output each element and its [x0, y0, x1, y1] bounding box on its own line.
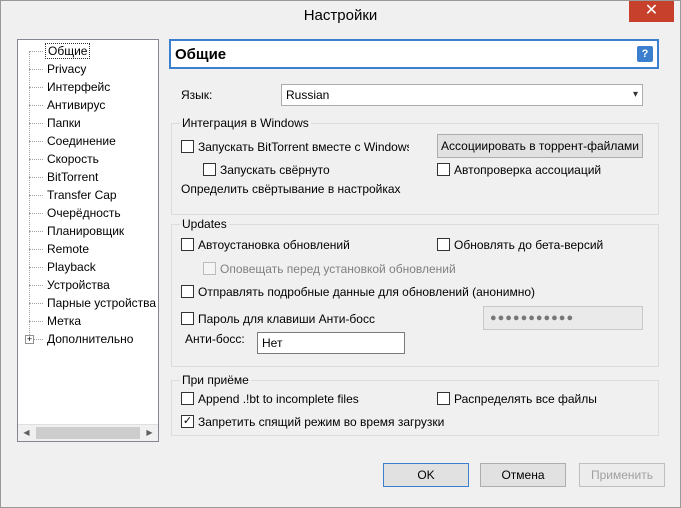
chevron-down-icon: ▾: [632, 89, 638, 100]
language-label: Язык:: [181, 88, 213, 102]
checkbox-label: Автоустановка обновлений: [198, 238, 350, 252]
checkbox-label: Запускать BitTorrent вместе с Windows: [198, 140, 409, 154]
checkbox-box: [437, 163, 450, 177]
checkbox-box: [181, 285, 194, 299]
ok-button[interactable]: OK: [383, 463, 469, 487]
append-bt-checkbox[interactable]: Append .!bt to incomplete files: [181, 391, 359, 407]
help-icon[interactable]: ?: [637, 46, 653, 62]
panel-header: Общие ?: [169, 39, 659, 69]
tree-item-transfer-cap[interactable]: Transfer Cap: [29, 186, 119, 204]
checkbox-label: Оповещать перед установкой обновлений: [220, 262, 456, 276]
checkbox-label: Автопроверка ассоциаций: [454, 163, 602, 177]
boss-password-field[interactable]: ●●●●●●●●●●●: [483, 306, 643, 330]
prevent-sleep-checkbox[interactable]: Запретить спящий режим во время загрузки: [181, 414, 444, 430]
checkbox-label: Распределять все файлы: [454, 392, 597, 406]
tree-item-label: Общие: [45, 43, 91, 59]
title-bar: Настройки ✕: [1, 1, 680, 31]
checkbox-box: [181, 238, 194, 252]
tree-item-label-settings[interactable]: Метка: [29, 312, 83, 330]
checkbox-label: Обновлять до бета-версий: [454, 238, 604, 252]
start-with-windows-checkbox[interactable]: Запускать BitTorrent вместе с Windows: [181, 139, 409, 155]
checkbox-label: Запускать свёрнуто: [220, 163, 330, 177]
scroll-left-icon[interactable]: ◀: [18, 425, 35, 441]
panel-title: Общие: [175, 46, 227, 63]
tree-item-label: Соединение: [47, 134, 116, 148]
tree-item-folders[interactable]: Папки: [29, 114, 83, 132]
tree-item-label: Папки: [47, 116, 81, 130]
checkbox-box: [437, 238, 450, 252]
tree-item-label: Антивирус: [47, 98, 106, 112]
tree-item-queueing[interactable]: Очерёдность: [29, 204, 123, 222]
checkmark-icon: [181, 415, 194, 429]
tree-item-privacy[interactable]: Privacy: [29, 60, 88, 78]
tree-item-advanced[interactable]: Дополнительно: [29, 330, 135, 348]
tree-item-devices[interactable]: Устройства: [29, 276, 112, 294]
checkbox-box: [203, 163, 216, 177]
language-select[interactable]: Russian ▾: [281, 84, 643, 106]
tree-item-remote[interactable]: Remote: [29, 240, 91, 258]
settings-window: Настройки ✕ Общие Privacy Интерфейс Анти…: [0, 0, 681, 508]
checkbox-label: Append .!bt to incomplete files: [198, 392, 359, 406]
scroll-right-icon[interactable]: ▶: [141, 425, 158, 441]
tree-item-label: Устройства: [47, 278, 110, 292]
update-beta-checkbox[interactable]: Обновлять до бета-версий: [437, 237, 603, 253]
expand-plus-icon[interactable]: +: [25, 335, 34, 344]
checkbox-box: [203, 262, 216, 276]
window-title: Настройки: [303, 7, 378, 24]
tree-item-interface[interactable]: Интерфейс: [29, 78, 112, 96]
tree-item-playback[interactable]: Playback: [29, 258, 98, 276]
checkbox-label: Отправлять подробные данные для обновлен…: [198, 285, 535, 299]
tree-item-paired-devices[interactable]: Парные устройства: [29, 294, 158, 312]
associate-torrent-button[interactable]: Ассоциировать в торрент-файлами: [437, 134, 643, 158]
tree-item-label: Дополнительно: [47, 332, 134, 346]
tree-item-bittorrent[interactable]: BitTorrent: [29, 168, 100, 186]
close-button[interactable]: ✕: [629, 1, 674, 22]
tree-item-scheduler[interactable]: Планировщик: [29, 222, 126, 240]
checkbox-box: [181, 312, 194, 326]
boss-password-checkbox[interactable]: Пароль для клавиши Анти-босс: [181, 311, 375, 327]
checkbox-label: Запретить спящий режим во время загрузки: [198, 415, 445, 429]
tree-item-connection[interactable]: Соединение: [29, 132, 118, 150]
distribute-all-checkbox[interactable]: Распределять все файлы: [437, 391, 597, 407]
tree-item-label: Transfer Cap: [47, 188, 117, 202]
updates-group-title: Updates: [180, 217, 229, 231]
cancel-button[interactable]: Отмена: [480, 463, 566, 487]
language-value: Russian: [286, 88, 330, 102]
tree-item-label: Метка: [47, 314, 82, 328]
send-details-checkbox[interactable]: Отправлять подробные данные для обновлен…: [181, 284, 535, 300]
tree-item-label: Скорость: [47, 152, 99, 166]
check-associations-checkbox[interactable]: Автопроверка ассоциаций: [437, 162, 601, 178]
tree-item-label: Remote: [47, 242, 90, 256]
boss-key-input[interactable]: Нет: [257, 332, 405, 354]
settings-tree: Общие Privacy Интерфейс Антивирус Папки …: [17, 39, 159, 442]
tree-item-label: Playback: [47, 260, 96, 274]
checkbox-box: [437, 392, 450, 406]
checkbox-box: [181, 392, 194, 406]
tree-item-label: Планировщик: [47, 224, 125, 238]
start-minimized-checkbox[interactable]: Запускать свёрнуто: [203, 162, 330, 178]
tree-item-general[interactable]: Общие: [29, 42, 91, 60]
checkbox-label: Пароль для клавиши Анти-босс: [198, 312, 375, 326]
minimize-note: Определить свёртывание в настройках: [181, 182, 401, 196]
tree-item-label: Очерёдность: [47, 206, 121, 220]
tree-item-label: Privacy: [47, 62, 87, 76]
tree-item-antivirus[interactable]: Антивирус: [29, 96, 107, 114]
checkbox-box: [181, 140, 194, 154]
scrollbar-thumb[interactable]: [36, 427, 140, 439]
tree-item-label: BitTorrent: [47, 170, 99, 184]
tree-item-label: Интерфейс: [47, 80, 111, 94]
auto-install-checkbox[interactable]: Автоустановка обновлений: [181, 237, 350, 253]
tree-horizontal-scrollbar[interactable]: ◀ ▶: [18, 424, 158, 441]
apply-button[interactable]: Применить: [579, 463, 665, 487]
tree-item-label: Парные устройства: [47, 296, 157, 310]
download-group-title: При приёме: [180, 373, 251, 387]
notify-before-update-checkbox[interactable]: Оповещать перед установкой обновлений: [203, 261, 456, 277]
settings-panel: Общие ? Язык: Russian ▾ Интеграция в Win…: [169, 39, 661, 442]
windows-group-title: Интеграция в Windows: [180, 116, 311, 130]
tree-item-speed[interactable]: Скорость: [29, 150, 101, 168]
boss-key-label: Анти-босс:: [185, 332, 245, 346]
